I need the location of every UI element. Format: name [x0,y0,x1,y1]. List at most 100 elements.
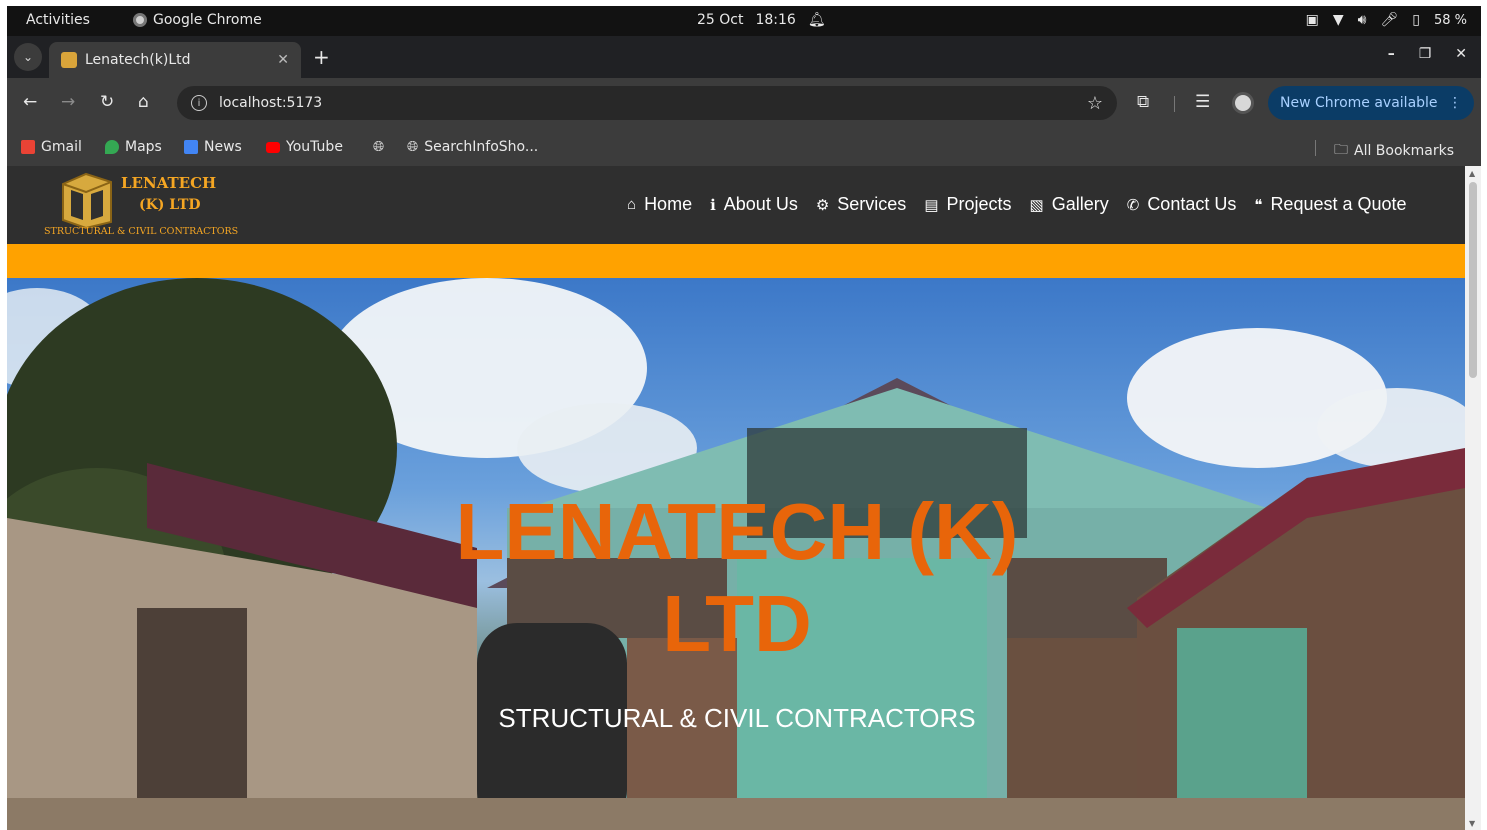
screen: Activities Google Chrome 25 Oct 18:16 🔔︎… [7,6,1481,830]
nav-services[interactable]: ⚙ Services [816,194,906,215]
bookmark-news[interactable]: News [184,139,242,155]
youtube-icon [266,141,280,153]
scrollbar-thumb[interactable] [1469,182,1477,378]
bookmark-maps[interactable]: Maps [105,139,162,155]
battery-level: 58 % [1433,12,1467,28]
home-icon[interactable]: ⌂ [138,92,149,112]
close-window-icon[interactable]: ✕ [1455,46,1467,62]
hero-title: LENATECH (K) LTD [455,487,1019,668]
quote-icon: ❝ [1254,196,1263,214]
hero-section: LENATECH (K) LTD STRUCTURAL & CIVIL CONT… [7,278,1465,830]
info-icon: ℹ [710,196,716,214]
bookmarks-bar: Gmail Maps News YouTube 🌐︎ 🌐︎ SearchInfo… [7,128,1481,166]
reading-list-icon[interactable]: ☰ [1195,92,1210,112]
site-header: LENATECH (K) LTD STRUCTURAL & CIVIL CONT… [7,166,1465,244]
globe-icon: 🌐︎ [407,139,419,155]
window-controls: – ❐ ✕ [1388,46,1467,62]
tab-close-icon[interactable]: ✕ [277,52,289,68]
time-label: 18:16 [755,12,796,28]
tab-title: Lenatech(k)Ltd [85,52,191,68]
bookmark-label: Maps [125,139,162,155]
tab-strip: ⌄ Lenatech(k)Ltd ✕ + – ❐ ✕ [7,36,1481,78]
restore-icon[interactable]: ❐ [1419,46,1432,62]
logo-name-line1: LENATECH [121,174,217,192]
bookmark-label: News [204,139,242,155]
back-icon[interactable]: ← [23,92,37,112]
extensions-icon[interactable]: ⧉ [1137,92,1149,112]
update-chrome-button[interactable]: New Chrome available ⋮ [1268,86,1474,120]
globe-icon: 🌐︎ [373,139,385,155]
bookmark-searchinfo[interactable]: 🌐︎ SearchInfoSho... [407,139,538,155]
wifi-icon: ▼ [1332,12,1344,28]
reload-icon[interactable]: ↻ [100,92,114,112]
address-bar[interactable]: i localhost:5173 ☆ [177,86,1117,120]
bookmark-label: SearchInfoSho... [424,139,539,155]
update-label: New Chrome available [1280,95,1438,111]
browser-toolbar: ← → ↻ ⌂ i localhost:5173 ☆ ⧉ ☰ New Chrom… [7,78,1481,128]
chevron-down-icon: ⌄ [22,50,34,64]
site-favicon-icon [61,52,77,68]
toolbar-divider [1174,96,1175,112]
nav-label: Gallery [1051,194,1109,214]
logo-name-line2: (K) LTD [139,197,201,213]
nav-gallery[interactable]: ▧ Gallery [1030,194,1109,215]
bookmark-star-icon[interactable]: ☆ [1087,93,1103,114]
system-top-bar: Activities Google Chrome 25 Oct 18:16 🔔︎… [7,6,1481,36]
app-indicator-icon: ▣ [1305,12,1319,28]
activities-button[interactable]: Activities [26,12,90,28]
nav-request-quote[interactable]: ❝ Request a Quote [1254,194,1406,215]
nav-home[interactable]: ⌂ Home [627,194,692,215]
tab-search-button[interactable]: ⌄ [14,43,42,71]
gmail-icon [21,140,35,154]
scroll-down-icon[interactable]: ▼ [1469,819,1475,828]
minimize-icon[interactable]: – [1388,46,1395,62]
kebab-menu-icon: ⋮ [1448,95,1462,111]
all-bookmarks-label: All Bookmarks [1354,143,1455,159]
site-info-icon[interactable]: i [191,95,207,111]
news-icon [184,140,198,154]
bookmark-label: Gmail [41,139,82,155]
nav-label: Projects [946,194,1012,214]
app-name: Google Chrome [153,12,262,28]
briefcase-icon: ▤ [924,196,939,214]
bell-icon: 🔔︎ [807,12,826,28]
system-tray[interactable]: ▣ ▼ 🔊︎ 🎤︎ ▯ 58 % [1306,12,1467,28]
gears-icon: ⚙ [815,196,830,214]
logo-tagline: STRUCTURAL & CIVIL CONTRACTORS [44,226,239,237]
page-viewport: LENATECH (K) LTD STRUCTURAL & CIVIL CONT… [7,166,1481,830]
nav-projects[interactable]: ▤ Projects [924,194,1011,215]
date-label: 25 Oct [697,12,744,28]
nav-label: Contact Us [1147,194,1237,214]
nav-label: Home [644,194,693,214]
nav-label: About Us [723,194,798,214]
forward-icon[interactable]: → [61,92,75,112]
phone-icon: ✆ [1126,196,1140,214]
bookmark-gmail[interactable]: Gmail [21,139,82,155]
company-logo-icon[interactable] [53,172,119,230]
bookmarks-divider [1315,140,1316,156]
microphone-icon: 🎤︎ [1380,12,1399,28]
volume-icon: 🔊︎ [1357,12,1367,28]
new-tab-button[interactable]: + [313,45,330,69]
accent-bar [7,244,1465,278]
scroll-up-icon[interactable]: ▲ [1469,169,1475,178]
profile-avatar[interactable] [1232,92,1254,114]
battery-icon: ▯ [1412,12,1420,28]
tab-active[interactable]: Lenatech(k)Ltd ✕ [49,42,301,78]
page-scrollbar[interactable]: ▲ ▼ [1465,166,1481,830]
bookmark-youtube[interactable]: YouTube [266,139,343,155]
nav-contact-us[interactable]: ✆ Contact Us [1127,194,1237,215]
nav-label: Request a Quote [1270,194,1407,214]
images-icon: ▧ [1029,196,1044,214]
all-bookmarks-button[interactable]: 🗀 All Bookmarks [1334,139,1454,163]
chrome-icon [133,13,147,27]
nav-about-us[interactable]: ℹ About Us [710,194,798,215]
bookmark-globe[interactable]: 🌐︎ [373,139,384,155]
main-nav: ⌂ Home ℹ About Us ⚙ Services ▤ Projects ▧ Gal… [627,194,1407,215]
bookmark-label: YouTube [286,139,343,155]
hero-subtitle: STRUCTURAL & CIVIL CONTRACTORS [498,703,976,733]
clock[interactable]: 25 Oct 18:16 🔔︎ [697,12,826,28]
url-text[interactable]: localhost:5173 [219,95,1075,111]
app-menu[interactable]: Google Chrome [133,12,262,28]
maps-icon [105,140,119,154]
